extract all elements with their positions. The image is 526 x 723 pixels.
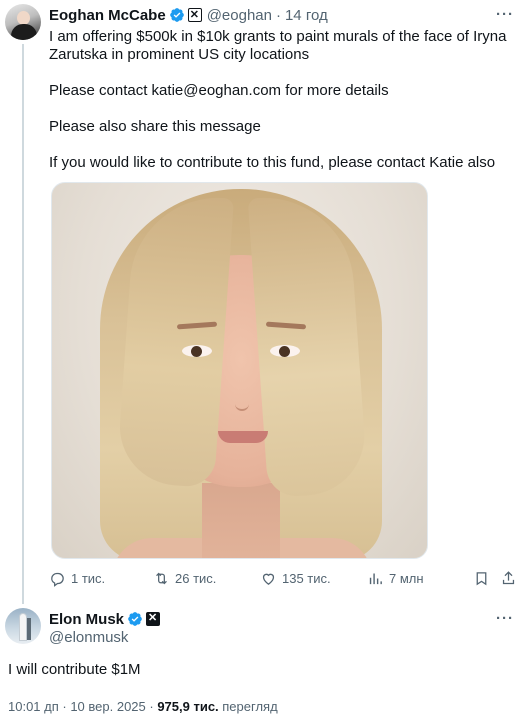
repost-button[interactable]: 26 тис. — [153, 570, 216, 587]
thread-connector-line — [22, 44, 24, 604]
repost-icon — [156, 572, 167, 585]
separator: · — [275, 6, 281, 24]
reply-button[interactable]: 1 тис. — [49, 570, 105, 587]
views-count: 7 млн — [389, 571, 424, 586]
reply-author-handle[interactable]: @elonmusk — [49, 629, 128, 646]
author-handle[interactable]: @eoghan — [207, 7, 272, 24]
bookmark-icon — [476, 572, 487, 586]
verified-badge-icon — [169, 8, 184, 22]
share-button[interactable] — [500, 570, 522, 587]
reply-text: I will contribute $1M — [8, 661, 141, 678]
tweet-paragraph: Please contact katie@eoghan.com for more… — [49, 82, 389, 99]
avatar-eoghan[interactable] — [5, 4, 41, 40]
reply-author-name[interactable]: Elon Musk — [49, 611, 124, 628]
tweet-header: Eoghan McCabe @eoghan · 14 год — [49, 6, 328, 24]
more-icon[interactable]: ··· — [496, 6, 514, 23]
reply-timestamp[interactable]: 10:01 дп · 10 вер. 2025 · — [8, 699, 157, 714]
heart-icon — [262, 573, 275, 585]
verified-badge-icon — [128, 612, 142, 626]
tweet-photo[interactable] — [51, 182, 428, 559]
views-button[interactable]: 7 млн — [367, 570, 424, 587]
tweet-time[interactable]: 14 год — [285, 7, 328, 24]
like-button[interactable]: 135 тис. — [260, 570, 331, 587]
tweet-paragraph: Please also share this message — [49, 118, 261, 135]
reply-views-count: 975,9 тис. — [157, 699, 219, 714]
affiliate-badge-icon[interactable] — [187, 8, 202, 22]
tweet-paragraph: If you would like to contribute to this … — [49, 154, 496, 171]
share-icon — [502, 571, 515, 585]
bookmark-button[interactable] — [473, 570, 495, 587]
reply-meta: 10:01 дп · 10 вер. 2025 · 975,9 тис. пер… — [8, 699, 278, 714]
avatar-elon[interactable] — [5, 608, 41, 644]
reply-views-label: перегляд — [218, 699, 278, 714]
tweet-paragraph: I am offering $500k in $10k grants to pa… — [49, 28, 507, 63]
reply-icon — [51, 572, 64, 587]
tweet-actions: 1 тис. 26 тис. 135 тис. 7 млн — [49, 570, 519, 588]
author-name[interactable]: Eoghan McCabe — [49, 7, 166, 24]
x-affiliate-badge-icon[interactable] — [146, 611, 161, 626]
tweet-text: I am offering $500k in $10k grants to pa… — [49, 28, 514, 190]
reply-count: 1 тис. — [71, 571, 106, 586]
repost-count: 26 тис. — [175, 571, 217, 586]
reply-header: Elon Musk — [49, 610, 161, 628]
more-icon[interactable]: ··· — [496, 610, 514, 627]
like-count: 135 тис. — [282, 571, 331, 586]
views-chart-icon — [369, 573, 382, 585]
